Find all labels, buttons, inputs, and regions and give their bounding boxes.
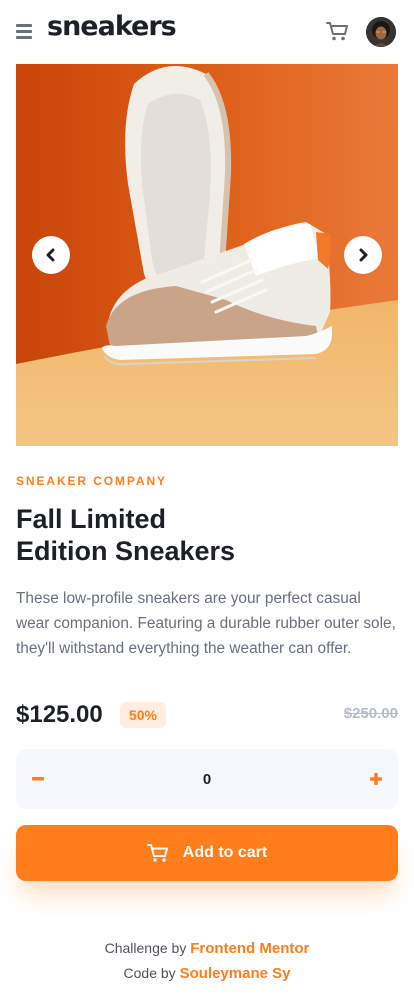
quantity-stepper: 0 [16,749,398,809]
code-prefix: Code by [123,965,176,981]
quantity-value[interactable]: 0 [166,749,248,809]
add-to-cart-button[interactable]: Add to cart [16,825,398,881]
challenge-prefix: Challenge by [104,940,187,956]
logo[interactable]: sneakers [47,11,177,42]
author-link[interactable]: Souleymane Sy [180,965,291,982]
plus-icon [370,773,382,785]
cart-icon[interactable] [324,18,350,44]
sneaker-photo [16,64,398,446]
avatar[interactable] [366,17,396,47]
original-price: $250.00 [343,705,398,722]
product-title-line: Fall Limited [16,504,167,534]
product-title: Fall Limited Edition Sneakers [16,503,356,567]
cart-icon [146,844,168,862]
chevron-right-icon [359,248,368,262]
attribution: Challenge by Frontend Mentor Code by Sou… [0,936,414,986]
previous-image-button[interactable] [32,236,70,274]
decrease-quantity-button[interactable] [16,749,60,809]
chevron-left-icon [46,248,55,262]
header: sneakers [0,0,414,64]
minus-icon [32,777,44,781]
frontend-mentor-link[interactable]: Frontend Mentor [190,940,309,957]
discount-badge: 50% [120,702,166,728]
code-credit: Code by Souleymane Sy [0,961,414,986]
product-title-line: Edition Sneakers [16,536,236,566]
product-image [16,64,398,446]
menu-bar [16,36,32,39]
current-price: $125.00 [16,701,103,728]
menu-bar [16,24,32,27]
increase-quantity-button[interactable] [354,749,398,809]
menu-bar [16,30,32,33]
challenge-credit: Challenge by Frontend Mentor [0,936,414,961]
next-image-button[interactable] [344,236,382,274]
add-to-cart-label: Add to cart [182,844,268,861]
company-name: SNEAKER COMPANY [16,474,167,488]
product-description: These low-profile sneakers are your perf… [16,590,396,657]
menu-icon[interactable] [16,24,32,39]
